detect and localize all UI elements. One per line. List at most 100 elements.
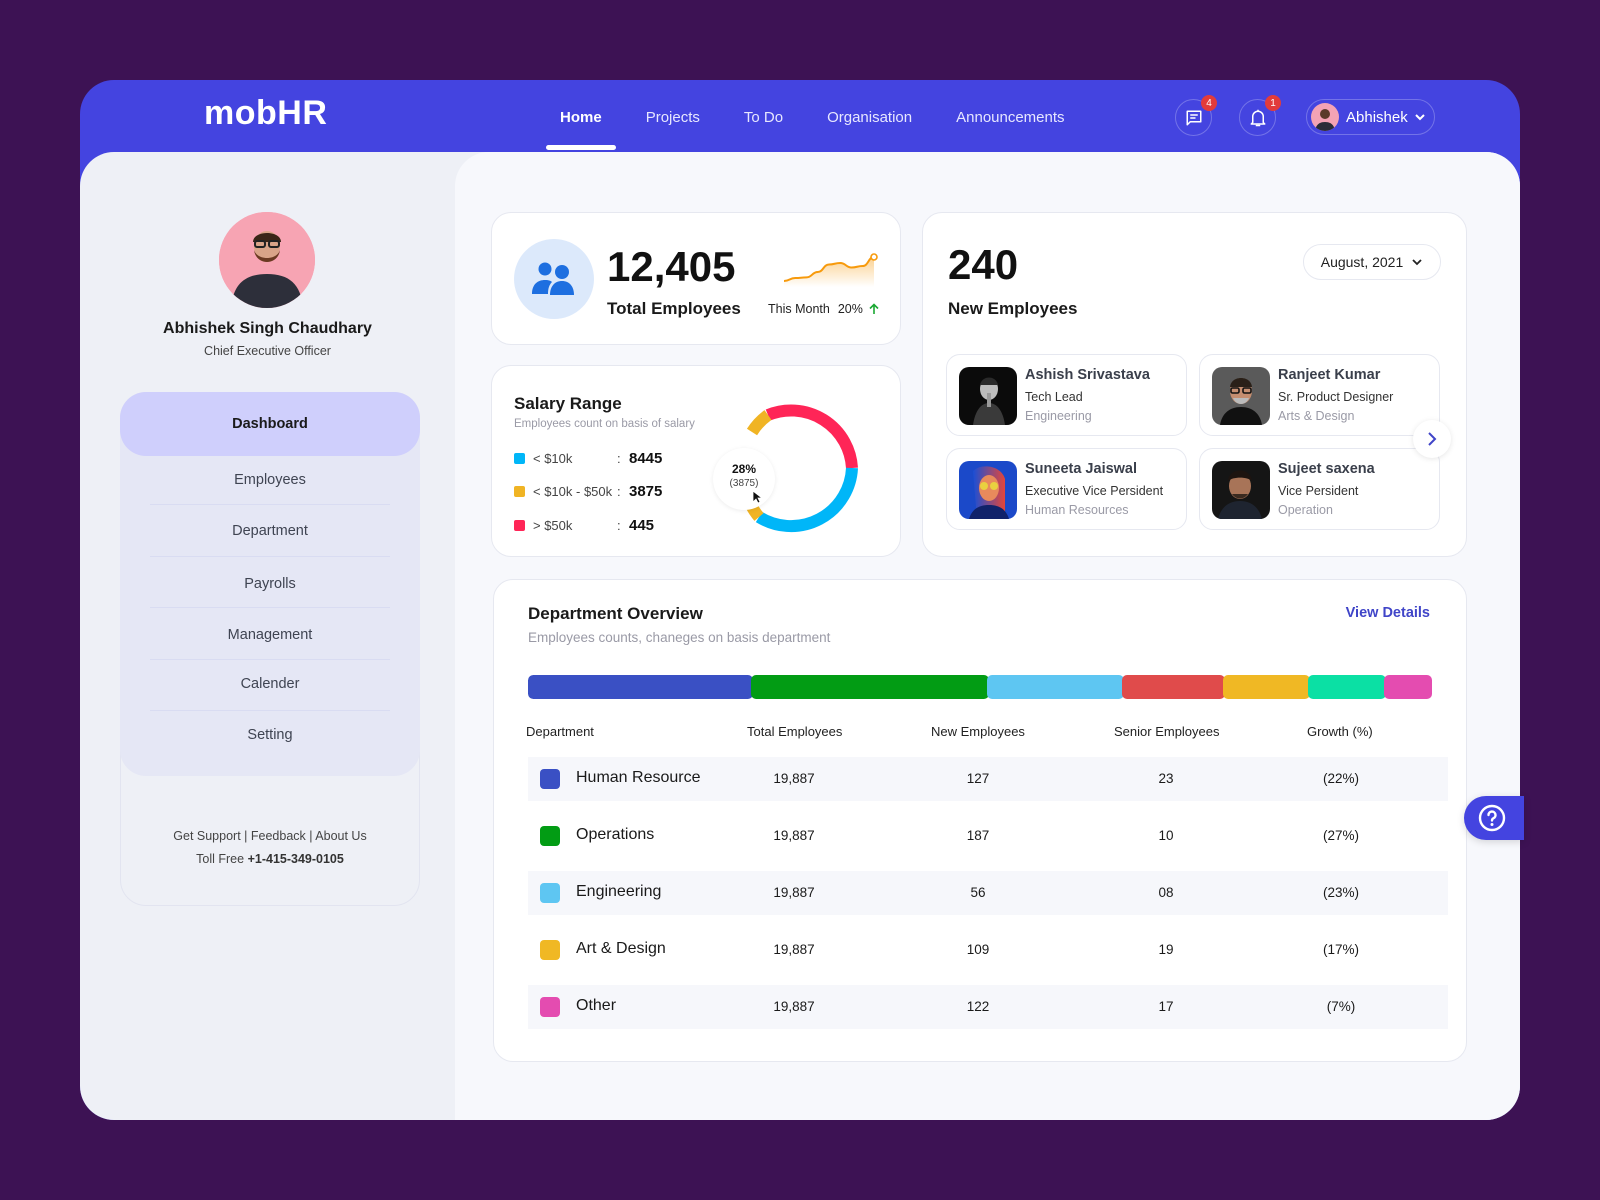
help-button[interactable] (1464, 796, 1524, 840)
column-header-total-employees: Total Employees (747, 724, 843, 739)
nav-todo[interactable]: To Do (722, 80, 805, 152)
new-employees-cell: 122 (966, 999, 990, 1014)
sidebar-item-department[interactable]: Department (150, 505, 390, 557)
user-menu-button[interactable]: Abhishek (1306, 99, 1435, 135)
sidebar-item-employees[interactable]: Employees (150, 454, 390, 506)
month-select-value: August, 2021 (1320, 254, 1404, 270)
new-employees-cell: 109 (966, 942, 990, 957)
employee-name: Suneeta Jaiswal (1025, 461, 1138, 477)
employee-photo (959, 461, 1017, 519)
messages-button[interactable]: 4 (1175, 95, 1217, 136)
sparkline-area (784, 257, 874, 287)
total-employees-cell: 19,887 (773, 942, 815, 957)
department-overview-card: Department Overview Employees counts, ch… (493, 579, 1467, 1062)
department-name: Art & Design (576, 940, 666, 957)
app-logo[interactable]: mobHR (204, 94, 327, 133)
next-employees-button[interactable] (1413, 420, 1451, 458)
feedback-link[interactable]: Feedback (251, 829, 306, 843)
sidebar-item-dashboard[interactable]: Dashboard (120, 392, 420, 456)
employee-photo (1212, 367, 1270, 425)
total-employees-value: 12,405 (607, 243, 736, 290)
legend-label: < $10k - $50k (533, 483, 613, 499)
new-employees-cell: 56 (970, 885, 986, 900)
total-employees-cell: 19,887 (773, 828, 815, 843)
salary-range-card: Salary Range Employees count on basis of… (491, 365, 901, 557)
senior-employees-cell: 23 (1158, 771, 1174, 786)
column-header-growth: Growth (%) (1307, 724, 1373, 739)
salary-legend-row: < $10k : 8445 (514, 447, 662, 469)
legend-value: 445 (629, 516, 655, 534)
users-icon (532, 262, 574, 295)
main-nav: Home Projects To Do Organisation Announc… (538, 80, 1087, 152)
growth-cell: (7%) (1326, 999, 1356, 1014)
app-window: mobHR Home Projects To Do Organisation A… (80, 80, 1520, 1120)
employee-department: Operation (1278, 503, 1333, 517)
senior-employees-cell: 10 (1158, 828, 1174, 843)
column-header-new-employees: New Employees (931, 724, 1025, 739)
donut-segment-10k-50k-upper (746, 410, 772, 436)
department-overview-title: Department Overview (528, 604, 703, 623)
employee-role: Sr. Product Designer (1278, 390, 1394, 404)
table-row[interactable]: Operations 19,887 187 10 (27%) (528, 814, 1448, 858)
table-row[interactable]: Art & Design 19,887 109 19 (17%) (528, 928, 1448, 972)
period-label: This Month (768, 302, 830, 316)
nav-home[interactable]: Home (538, 80, 624, 152)
new-employees-value: 240 (948, 241, 1019, 288)
column-header-senior-employees: Senior Employees (1114, 724, 1220, 739)
legend-label: > $50k (533, 517, 573, 533)
nav-organisation[interactable]: Organisation (805, 80, 934, 152)
bell-icon (1250, 109, 1265, 126)
bar-segment-unlabeled-teal (1307, 675, 1387, 699)
new-employees-cell: 187 (966, 828, 990, 843)
divider (150, 556, 390, 557)
legend-label: < $10k (533, 450, 573, 466)
sidebar-item-payrolls[interactable]: Payrolls (150, 558, 390, 610)
department-name: Human Resource (576, 769, 701, 786)
tooltip-count: (3875) (729, 478, 759, 489)
toll-free-label: Toll Free (196, 852, 245, 866)
sidebar-item-management[interactable]: Management (150, 609, 390, 661)
sidebar-item-calender[interactable]: Calender (150, 658, 390, 710)
new-employees-card: 240 New Employees August, 2021 Ashish Sr… (922, 212, 1467, 557)
new-employee-card[interactable]: Sujeet saxena Vice Persident Operation (1199, 448, 1440, 530)
new-employee-card[interactable]: Ranjeet Kumar Sr. Product Designer Arts … (1199, 354, 1440, 436)
view-details-link[interactable]: View Details (1346, 605, 1430, 621)
nav-announcements[interactable]: Announcements (934, 80, 1086, 152)
get-support-link[interactable]: Get Support (173, 829, 240, 843)
new-employee-card[interactable]: Ashish Srivastava Tech Lead Engineering (946, 354, 1187, 436)
main-content: 12,405 Total Employees This Month 20% Sa… (455, 152, 1520, 1120)
legend-value: 3875 (629, 482, 663, 500)
sidebar-item-setting[interactable]: Setting (150, 709, 390, 761)
department-color-swatch (540, 826, 560, 846)
senior-employees-cell: 08 (1158, 885, 1174, 900)
department-color-swatch (540, 769, 560, 789)
growth-cell: (23%) (1322, 885, 1359, 900)
total-employees-cell: 19,887 (773, 885, 815, 900)
growth-cell: (17%) (1322, 942, 1359, 957)
bar-segment-operations (751, 675, 989, 699)
question-mark-icon (1478, 804, 1506, 832)
table-row[interactable]: Human Resource 19,887 127 23 (22%) (528, 757, 1448, 801)
month-select-dropdown[interactable]: August, 2021 (1303, 244, 1441, 280)
donut-tooltip: 28% (3875) (713, 448, 775, 510)
toll-free-number[interactable]: +1-415-349-0105 (248, 852, 344, 866)
profile-role: Chief Executive Officer (204, 344, 331, 358)
employee-photo (959, 367, 1017, 425)
department-overview-subtitle: Employees counts, chaneges on basis depa… (528, 630, 831, 645)
donut-segment-above-50k (765, 404, 858, 469)
sparkline-endpoint (870, 253, 878, 261)
top-navbar: mobHR Home Projects To Do Organisation A… (80, 80, 1520, 152)
message-icon (1186, 110, 1201, 125)
table-row[interactable]: Other 19,887 122 17 (7%) (528, 985, 1448, 1029)
employee-role: Tech Lead (1025, 390, 1083, 404)
table-row[interactable]: Engineering 19,887 56 08 (23%) (528, 871, 1448, 915)
notifications-button[interactable]: 1 (1239, 95, 1281, 136)
profile-photo (219, 212, 315, 308)
legend-swatch (514, 452, 525, 464)
nav-projects[interactable]: Projects (624, 80, 722, 152)
messages-badge: 4 (1201, 95, 1217, 111)
chevron-down-icon (1415, 114, 1425, 121)
about-us-link[interactable]: About Us (315, 829, 366, 843)
new-employee-card[interactable]: Suneeta Jaiswal Executive Vice Persident… (946, 448, 1187, 530)
bar-segment-art-design (1223, 675, 1310, 699)
